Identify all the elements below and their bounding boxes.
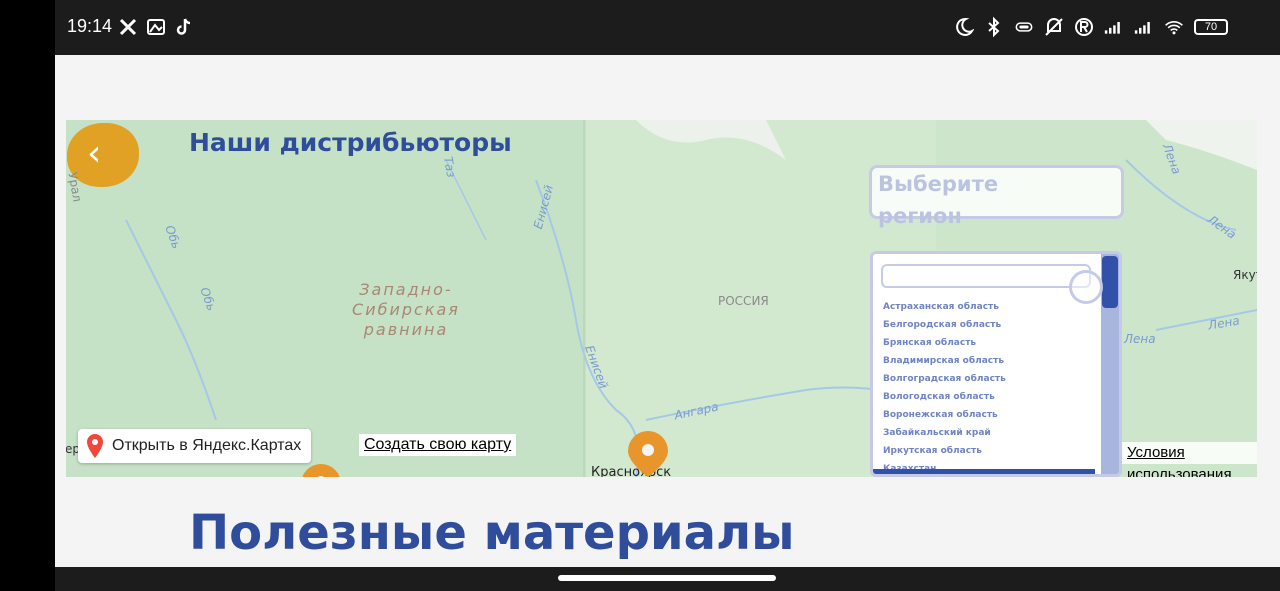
open-yandex-label: Открыть в Яндекс.Картах (112, 437, 302, 454)
signal-icon (1104, 22, 1120, 34)
wifi-icon (1165, 21, 1183, 35)
region-option[interactable]: Астраханская область (883, 298, 1006, 316)
tiktok-icon (176, 18, 191, 35)
distributor-pin-icon[interactable] (625, 429, 671, 477)
status-time: 19:14 (67, 16, 113, 36)
search-icon[interactable] (1069, 270, 1103, 304)
create-map-link[interactable]: Создать свою карту (359, 434, 517, 456)
region-option[interactable]: Вологодская область (883, 388, 1006, 406)
region-option[interactable]: Иркутская область (883, 442, 1006, 460)
region-option[interactable]: Волгоградская область (883, 370, 1006, 388)
river-label: Лена (1124, 332, 1156, 346)
dropdown-scrollbar[interactable] (1101, 254, 1119, 474)
chevron-left-icon: ‹ (87, 133, 102, 174)
map-title: Наши дистрибьюторы (189, 128, 512, 157)
region-select-placeholder: Выберите регион (878, 172, 999, 228)
vibrate-icon (1015, 22, 1033, 32)
mute-icon (1045, 18, 1063, 36)
signal-icon-2 (1134, 22, 1150, 34)
registered-icon (1075, 18, 1093, 36)
distributor-pin-icon[interactable] (298, 464, 344, 477)
region-option[interactable]: Белгородская область (883, 316, 1006, 334)
map-pin-icon (87, 434, 103, 458)
page: ‹ Наши дистрибьюторы Обь Обь Енисей Енис… (55, 55, 1280, 567)
dropdown-bottom-bar (873, 469, 1095, 474)
region-option[interactable]: Воронежская область (883, 406, 1006, 424)
scrollbar-thumb[interactable] (1102, 256, 1118, 308)
status-right-icons: 70 (954, 16, 1228, 38)
region-option[interactable]: Владимирская область (883, 352, 1006, 370)
region-search-input[interactable] (881, 264, 1091, 288)
photo-icon (147, 19, 165, 35)
screen-edge (0, 0, 55, 591)
open-yandex-maps-link[interactable]: Открыть в Яндекс.Картах (78, 429, 312, 463)
distributors-map[interactable]: ‹ Наши дистрибьюторы Обь Обь Енисей Енис… (66, 120, 1257, 477)
battery-indicator: 70 (1194, 19, 1228, 35)
section-heading: Полезные материалы (189, 505, 795, 561)
country-label: РОССИЯ (718, 294, 769, 308)
city-label: Якутск (1233, 268, 1257, 282)
region-option[interactable]: Забайкальский край (883, 424, 1006, 442)
navigation-bar (55, 567, 1280, 591)
home-indicator[interactable] (558, 575, 776, 581)
region-options-list: Астраханская область Белгородская область… (883, 298, 1006, 474)
status-bar: 19:14 70 (55, 0, 1280, 55)
bluetooth-icon (988, 16, 1000, 38)
tools-icon (119, 18, 137, 36)
terms-link[interactable]: Условия использования (1122, 442, 1257, 477)
region-option[interactable]: Брянская область (883, 334, 1006, 352)
region-label: Западно- Сибирская равнина (352, 280, 460, 339)
region-select[interactable]: Выберите регион (869, 165, 1124, 228)
moon-icon (956, 17, 974, 36)
status-left-icons (118, 16, 194, 38)
